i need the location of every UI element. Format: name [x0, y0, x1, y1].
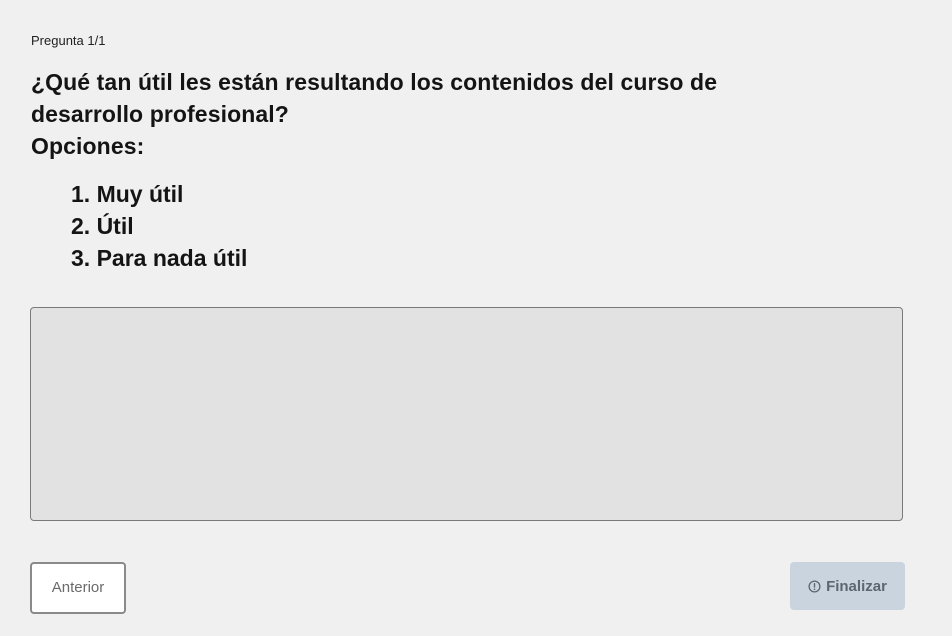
finish-label: Finalizar	[826, 577, 887, 595]
question-counter: Pregunta 1/1	[31, 33, 106, 48]
question-line-2: desarrollo profesional?	[31, 101, 289, 127]
finish-button[interactable]: Finalizar	[790, 562, 905, 610]
options-list: 1. Muy útil 2. Útil 3. Para nada útil	[71, 178, 247, 274]
answer-textarea[interactable]	[30, 307, 903, 521]
question-text: ¿Qué tan útil les están resultando los c…	[31, 66, 911, 162]
question-line-1: ¿Qué tan útil les están resultando los c…	[31, 69, 718, 95]
option-item: 2. Útil	[71, 213, 134, 239]
alert-circle-icon	[808, 579, 821, 593]
previous-button[interactable]: Anterior	[30, 562, 126, 614]
option-item: 3. Para nada útil	[71, 245, 248, 271]
options-heading: Opciones:	[31, 133, 145, 159]
option-item: 1. Muy útil	[71, 181, 184, 207]
